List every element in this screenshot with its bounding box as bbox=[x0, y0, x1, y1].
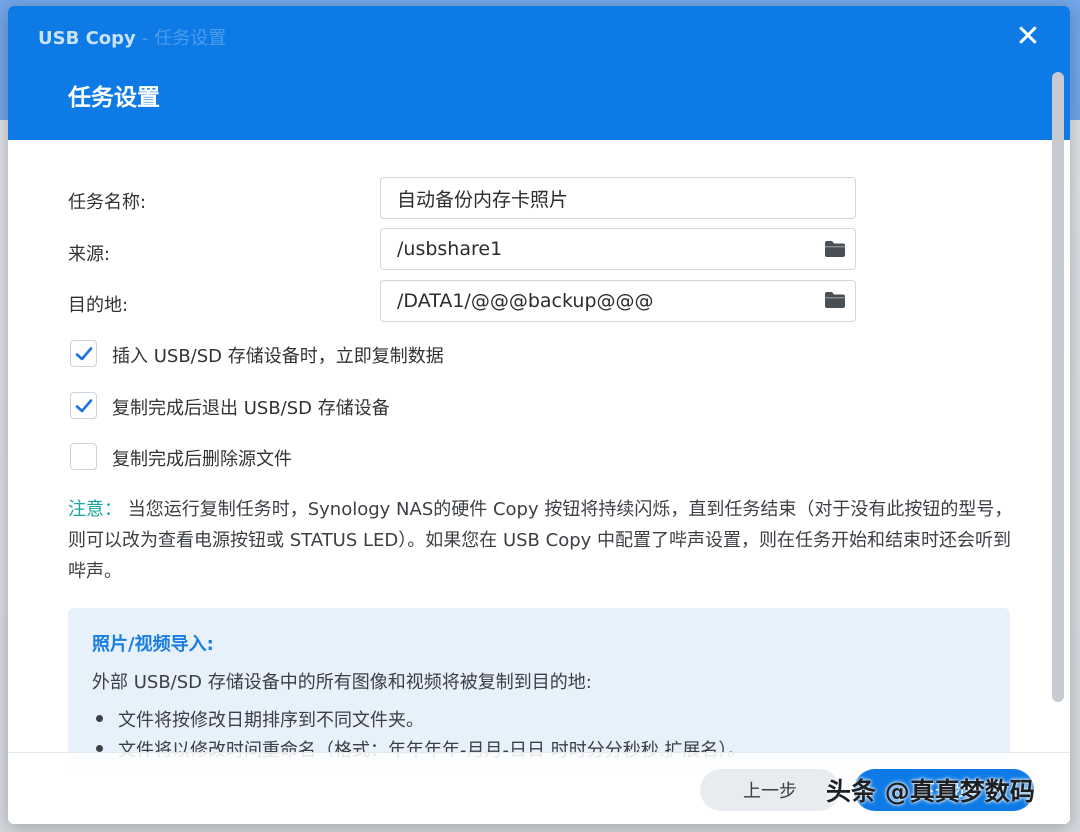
folder-icon[interactable] bbox=[824, 291, 846, 309]
list-item-text: 文件将按修改日期排序到不同文件夹。 bbox=[118, 710, 424, 731]
task-name-label: 任务名称: bbox=[68, 192, 147, 213]
scrollbar[interactable] bbox=[1052, 72, 1064, 702]
bullet-icon bbox=[96, 715, 103, 722]
option-label: 插入 USB/SD 存储设备时，立即复制数据 bbox=[112, 346, 444, 367]
destination-input[interactable] bbox=[380, 280, 856, 322]
previous-button[interactable]: 上一步 bbox=[700, 769, 840, 811]
note-body: 当您运行复制任务时，Synology NAS的硬件 Copy 按钮将持续闪烁，直… bbox=[68, 499, 1013, 582]
dialog-header: USB Copy - 任务设置 ✕ 任务设置 bbox=[8, 6, 1070, 140]
option-label: 复制完成后删除源文件 bbox=[112, 449, 292, 470]
source-label: 来源: bbox=[68, 244, 111, 265]
app-name: USB Copy bbox=[38, 28, 136, 49]
window-subtitle: 任务设置 bbox=[154, 28, 227, 49]
destination-label: 目的地: bbox=[68, 295, 129, 316]
note-label: 注意： bbox=[68, 499, 122, 520]
checkmark-icon bbox=[75, 347, 93, 361]
source-input[interactable] bbox=[380, 228, 856, 270]
usb-copy-dialog: USB Copy-任务设置 ✕ 任务设置 任务名称: 来源: 目的地: 插入 U… bbox=[8, 6, 1070, 824]
info-description: 外部 USB/SD 存储设备中的所有图像和视频将被复制到目的地: bbox=[92, 672, 592, 693]
bullet-icon bbox=[96, 745, 103, 752]
close-icon[interactable]: ✕ bbox=[1012, 22, 1044, 54]
title-separator: - bbox=[141, 28, 149, 49]
info-title: 照片/视频导入: bbox=[92, 634, 214, 655]
list-item: 文件将按修改日期排序到不同文件夹。 bbox=[96, 706, 424, 732]
checkbox-delete-source[interactable] bbox=[70, 443, 97, 470]
checkmark-icon bbox=[75, 399, 93, 413]
watermark: 头条 @真真梦数码 bbox=[826, 777, 1035, 806]
note-text: 注意： 当您运行复制任务时，Synology NAS的硬件 Copy 按钮将持续… bbox=[68, 494, 1018, 587]
folder-icon[interactable] bbox=[824, 240, 846, 258]
window-title: USB Copy - 任务设置 bbox=[38, 24, 226, 50]
checkbox-copy-on-insert[interactable] bbox=[70, 340, 97, 367]
task-name-input[interactable] bbox=[380, 177, 856, 219]
option-label: 复制完成后退出 USB/SD 存储设备 bbox=[112, 398, 390, 419]
page-title: 任务设置 bbox=[68, 85, 160, 111]
checkbox-eject-after-copy[interactable] bbox=[70, 392, 97, 419]
